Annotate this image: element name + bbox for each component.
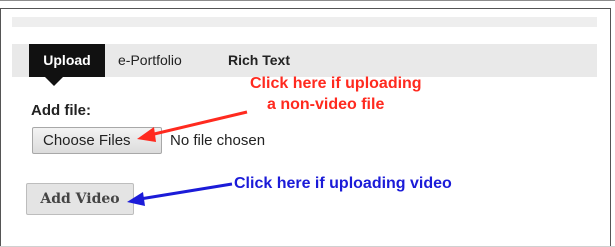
choose-files-button[interactable]: Choose Files [32, 127, 162, 154]
file-status-text: No file chosen [170, 132, 266, 149]
screenshot-frame: Upload e-Portfolio Rich Text Add file: C… [0, 0, 615, 247]
tab-e-portfolio[interactable]: e-Portfolio [118, 44, 182, 77]
video-annotation: Click here if uploading video [234, 175, 452, 192]
non-video-annotation: Click here if uploading a non-video file [250, 73, 422, 115]
top-rule [0, 0, 615, 1]
add-file-label: Add file: [31, 102, 91, 119]
non-video-annotation-line2: a non-video file [267, 96, 385, 113]
header-strip [12, 17, 597, 27]
tab-upload[interactable]: Upload [29, 44, 105, 86]
add-video-button[interactable]: Add Video [26, 183, 134, 215]
non-video-annotation-line1: Click here if uploading [250, 75, 422, 92]
